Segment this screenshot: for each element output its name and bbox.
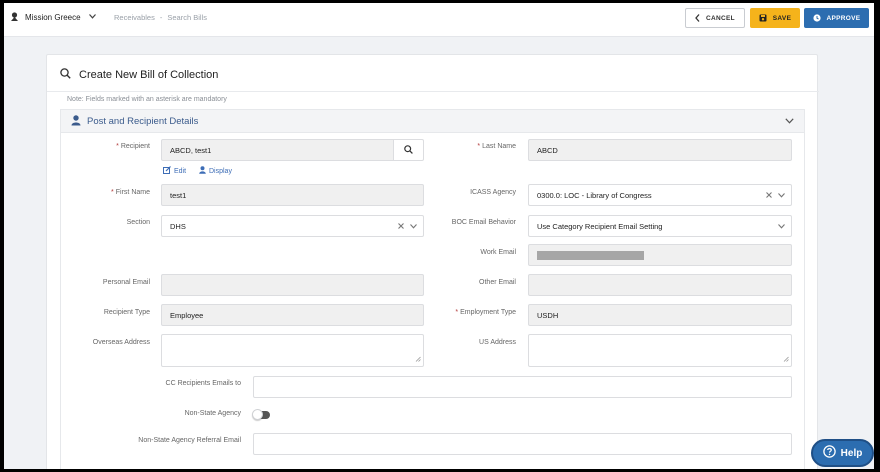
recipient-type-field[interactable]: Employee	[161, 304, 424, 326]
chevron-down-icon[interactable]	[785, 117, 794, 126]
recipient-search-button[interactable]	[393, 139, 424, 161]
breadcrumb-receivables[interactable]: Receivables	[114, 13, 155, 22]
user-icon	[199, 166, 206, 176]
redacted-value	[537, 250, 644, 260]
overseas-address-label: Overseas Address	[92, 339, 150, 346]
mission-logo-icon	[10, 12, 19, 22]
overseas-address-textarea[interactable]	[161, 334, 424, 367]
icass-agency-value: 0300.0: LOC - Library of Congress	[537, 190, 652, 200]
last-name-field[interactable]: ABCD	[528, 139, 792, 161]
section-label: Section	[126, 219, 150, 226]
first-name-label-text: First Name	[115, 189, 150, 196]
select-controls	[766, 191, 785, 200]
boc-email-behavior-value: Use Category Recipient Email Setting	[537, 221, 663, 231]
section-title: Post and Recipient Details	[87, 116, 199, 127]
mission-selector[interactable]: Mission Greece	[10, 12, 96, 22]
help-button[interactable]: Help	[811, 439, 874, 467]
clear-icon[interactable]	[766, 191, 772, 200]
employment-type-label: * Employment Type	[414, 309, 516, 316]
cancel-button[interactable]: CANCEL	[685, 8, 745, 28]
page-title: Create New Bill of Collection	[79, 68, 219, 81]
app-window: Mission Greece Receivables - Search Bill…	[4, 3, 874, 469]
select-controls	[778, 222, 785, 231]
question-circle-icon	[822, 445, 836, 461]
non-state-agency-label: Non-State Agency	[184, 410, 241, 417]
breadcrumb-search-bills[interactable]: Search Bills	[167, 13, 207, 22]
breadcrumb-separator: -	[159, 13, 163, 22]
edit-icon	[163, 166, 171, 176]
display-link-label: Display	[209, 167, 232, 175]
non-state-referral-email-field[interactable]	[253, 433, 792, 455]
search-icon	[404, 144, 413, 156]
recipient-edit-link[interactable]: Edit	[163, 166, 186, 176]
user-icon	[71, 115, 81, 128]
section-value: DHS	[170, 221, 186, 231]
cc-recipients-field[interactable]	[253, 376, 792, 398]
breadcrumb: Receivables - Search Bills	[114, 13, 207, 22]
mission-name: Mission Greece	[25, 12, 81, 22]
required-marker: *	[111, 189, 114, 196]
divider	[47, 91, 819, 92]
other-email-field[interactable]	[528, 274, 792, 296]
required-marker: *	[455, 309, 459, 316]
personal-email-field[interactable]	[161, 274, 424, 296]
floppy-disk-icon	[759, 14, 767, 22]
chevron-down-icon	[88, 13, 96, 21]
us-address-label: US Address	[479, 339, 516, 346]
non-state-agency-toggle[interactable]	[252, 409, 270, 420]
icass-agency-label: ICASS Agency	[470, 189, 516, 196]
boc-email-behavior-label: BOC Email Behavior	[451, 219, 516, 226]
toggle-knob	[252, 409, 263, 420]
icass-agency-select[interactable]: 0300.0: LOC - Library of Congress	[528, 184, 792, 206]
edit-link-label: Edit	[174, 167, 187, 175]
chevron-down-icon[interactable]	[778, 222, 785, 231]
section-header[interactable]: Post and Recipient Details	[61, 110, 804, 133]
approve-button[interactable]: APPROVE	[804, 8, 869, 28]
save-label: SAVE	[772, 14, 792, 22]
cancel-label: CANCEL	[706, 14, 735, 22]
personal-email-label: Personal Email	[102, 279, 150, 286]
required-marker: *	[116, 143, 119, 150]
last-name-label-text: Last Name	[482, 143, 516, 150]
first-name-field[interactable]: test1	[161, 184, 424, 206]
top-bar: Mission Greece Receivables - Search Bill…	[4, 3, 874, 37]
employment-type-label-text: Employment Type	[460, 309, 516, 316]
approve-label: APPROVE	[826, 14, 861, 22]
work-email-label: Work Email	[480, 249, 516, 256]
help-label: Help	[840, 447, 863, 459]
us-address-textarea[interactable]	[528, 334, 792, 367]
first-name-label: * First Name	[64, 189, 150, 196]
resize-handle-icon[interactable]	[415, 355, 421, 364]
boc-email-behavior-select[interactable]: Use Category Recipient Email Setting	[528, 215, 792, 237]
section-select[interactable]: DHS	[161, 215, 424, 237]
recipient-label: * Recipient	[64, 143, 150, 150]
required-marker: *	[477, 143, 481, 150]
card-header: Create New Bill of Collection	[60, 68, 218, 81]
resize-handle-icon[interactable]	[783, 355, 789, 364]
chevron-down-icon[interactable]	[778, 191, 785, 200]
recipient-label-text: Recipient	[120, 143, 150, 150]
recipient-display-link[interactable]: Display	[199, 166, 232, 176]
search-icon	[60, 68, 71, 81]
cc-recipients-label: CC Recipients Emails to	[165, 380, 241, 387]
other-email-label: Other Email	[479, 279, 516, 286]
chevron-left-icon	[695, 14, 700, 22]
recipient-type-label: Recipient Type	[103, 309, 150, 316]
clock-check-icon	[812, 14, 821, 22]
non-state-referral-email-label: Non-State Agency Referral Email	[138, 437, 241, 444]
recipient-field[interactable]: ABCD, test1	[161, 139, 396, 161]
save-button[interactable]: SAVE	[750, 8, 800, 28]
employment-type-field[interactable]: USDH	[528, 304, 792, 326]
clear-icon[interactable]	[398, 222, 404, 231]
work-email-field[interactable]	[528, 244, 792, 266]
last-name-label: * Last Name	[434, 143, 516, 150]
mandatory-note: Note: Fields marked with an asterisk are…	[67, 96, 227, 103]
